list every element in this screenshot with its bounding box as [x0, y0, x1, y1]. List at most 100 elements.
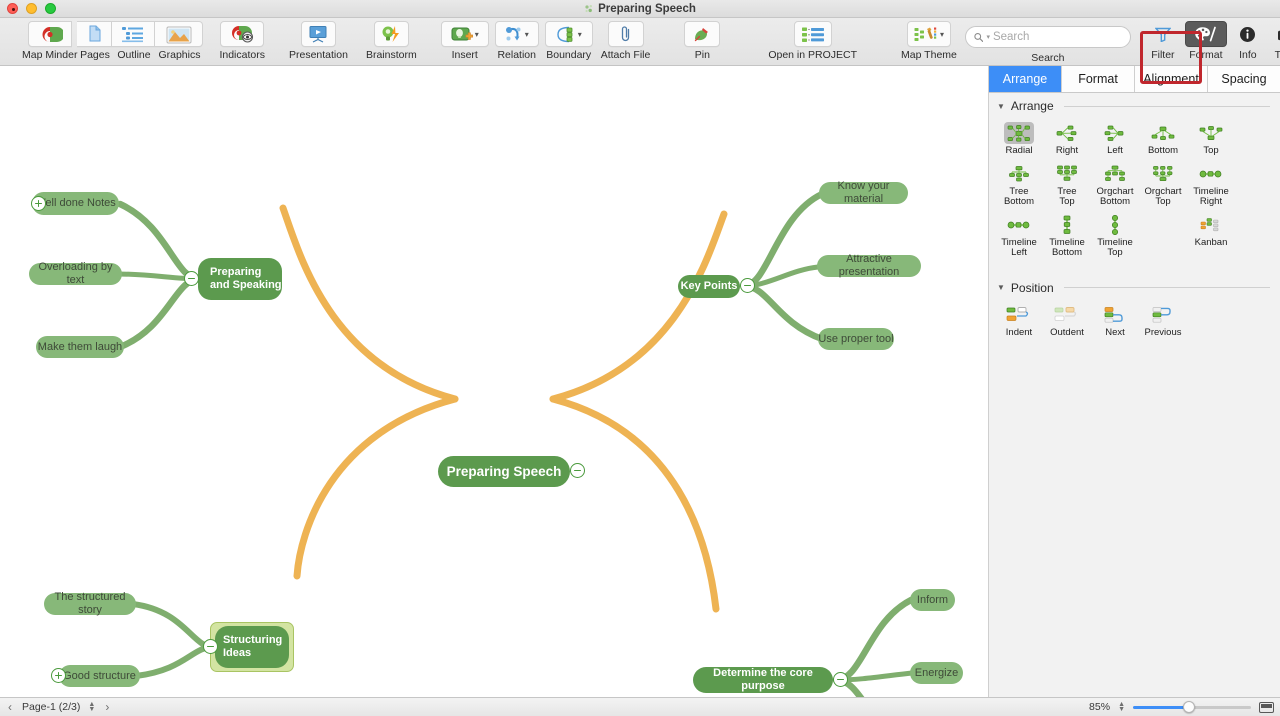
arrange-option-timeline-right[interactable]: Timeline Right — [1187, 159, 1235, 210]
toolbar-item-info[interactable]: Info — [1231, 18, 1265, 61]
search-input[interactable] — [993, 31, 1122, 43]
arrange-option-right[interactable]: Right — [1043, 118, 1091, 159]
arrange-option-kanban[interactable]: Kanban — [1187, 210, 1235, 261]
toolbar-item-pages[interactable]: Pages — [77, 18, 112, 61]
toolbar-item-graphics[interactable]: Graphics — [155, 18, 203, 61]
node-know-your-material[interactable]: Know your material — [819, 182, 908, 204]
paperclip-icon[interactable] — [608, 21, 644, 47]
arrange-option-left[interactable]: Left — [1091, 118, 1139, 159]
radial-icon[interactable] — [1004, 122, 1034, 144]
orgchart-top-icon[interactable] — [1148, 163, 1178, 185]
position-option-previous[interactable]: Previous — [1139, 300, 1187, 341]
search-dropdown-chevron-icon[interactable]: ▾ — [986, 33, 990, 41]
pages-icon[interactable] — [77, 21, 112, 47]
arrange-option-timeline-bottom[interactable]: Timeline Bottom — [1043, 210, 1091, 261]
timeline-top-icon[interactable] — [1100, 214, 1130, 236]
tab-spacing[interactable]: Spacing — [1208, 66, 1280, 92]
node-preparing-and-speaking[interactable]: Preparing and Speaking — [198, 258, 282, 300]
graphics-icon[interactable] — [155, 21, 203, 47]
mindmap-root-node[interactable]: Preparing Speech — [438, 456, 570, 487]
arrange-option-orgchart-bottom[interactable]: Orgchart Bottom — [1091, 159, 1139, 210]
page-stepper[interactable]: ▲ ▼ — [88, 702, 95, 712]
filter-icon[interactable] — [1145, 21, 1181, 47]
timeline-right-icon[interactable] — [1196, 163, 1226, 185]
tab-format[interactable]: Format — [1062, 66, 1135, 92]
node-inform[interactable]: Inform — [910, 589, 955, 611]
outdent-icon[interactable] — [1052, 304, 1082, 326]
chevron-left-icon[interactable]: ‹ — [6, 700, 14, 714]
toolbar-item-format[interactable]: Format — [1185, 18, 1227, 61]
toggle-structuring-ideas[interactable] — [203, 639, 218, 654]
right-icon[interactable] — [1052, 122, 1082, 144]
topic-icon[interactable] — [1267, 21, 1280, 47]
node-make-them-laugh[interactable]: Make them laugh — [36, 336, 124, 358]
kanban-icon[interactable] — [1196, 214, 1226, 236]
root-collapse-toggle[interactable] — [570, 463, 585, 478]
toolbar-item-pin[interactable]: Pin — [684, 18, 720, 61]
arrange-option-radial[interactable]: Radial — [995, 118, 1043, 159]
tab-arrange[interactable]: Arrange — [989, 66, 1062, 92]
chevron-down-icon[interactable]: ▾ — [475, 30, 479, 39]
node-good-structure[interactable]: Good structure — [59, 665, 140, 687]
zoom-stepper[interactable]: ▲ ▼ — [1118, 702, 1125, 712]
position-option-indent[interactable]: Indent — [995, 300, 1043, 341]
presentation-icon[interactable] — [301, 21, 336, 47]
section-header-arrange[interactable]: ▼ Arrange — [989, 93, 1280, 116]
indent-icon[interactable] — [1004, 304, 1034, 326]
toolbar-item-filter[interactable]: Filter — [1145, 18, 1181, 61]
previous-icon[interactable] — [1148, 304, 1178, 326]
arrange-option-top[interactable]: Top — [1187, 118, 1235, 159]
arrange-option-timeline-top[interactable]: Timeline Top — [1091, 210, 1139, 261]
relation-icon[interactable]: ▾ — [495, 21, 539, 47]
zoom-slider-thumb[interactable] — [1183, 701, 1195, 713]
info-icon[interactable] — [1231, 21, 1265, 47]
arrange-option-tree-top[interactable]: Tree Top — [1043, 159, 1091, 210]
toolbar-item-open-in-project[interactable]: Open in PROJECT — [768, 18, 857, 61]
toolbar-item-map-theme[interactable]: ▾ Map Theme — [901, 18, 957, 61]
arrange-option-orgchart-top[interactable]: Orgchart Top — [1139, 159, 1187, 210]
toolbar-item-outline[interactable]: Outline — [112, 18, 155, 61]
toggle-preparing-and-speaking[interactable] — [184, 271, 199, 286]
chevron-down-icon[interactable]: ▾ — [578, 30, 582, 39]
position-option-outdent[interactable]: Outdent — [1043, 300, 1091, 341]
toolbar-item-insert[interactable]: ▾ Insert — [441, 18, 489, 61]
toolbar-item-brainstorm[interactable]: Brainstorm — [366, 18, 417, 61]
top-icon[interactable] — [1196, 122, 1226, 144]
disclosure-triangle-icon[interactable]: ▼ — [997, 102, 1005, 111]
left-icon[interactable] — [1100, 122, 1130, 144]
pin-icon[interactable] — [684, 21, 720, 47]
toolbar-item-search[interactable]: ▾ Search — [965, 18, 1131, 64]
mapminder-icon[interactable] — [28, 21, 72, 47]
toggle-key-points[interactable] — [740, 278, 755, 293]
toolbar-item-topic[interactable]: Topic — [1267, 18, 1280, 61]
toolbar-item-boundary[interactable]: ▾ Boundary — [545, 18, 593, 61]
zoom-slider[interactable] — [1133, 701, 1251, 713]
next-icon[interactable] — [1100, 304, 1130, 326]
brainstorm-icon[interactable] — [374, 21, 409, 47]
chevron-down-icon[interactable]: ▾ — [525, 30, 529, 39]
bottom-icon[interactable] — [1148, 122, 1178, 144]
position-option-next[interactable]: Next — [1091, 300, 1139, 341]
toolbar-item-attach-file[interactable]: Attach File — [601, 18, 651, 61]
section-header-position[interactable]: ▼ Position — [989, 275, 1280, 298]
map-theme-icon[interactable]: ▾ — [907, 21, 951, 47]
orgchart-bottom-icon[interactable] — [1100, 163, 1130, 185]
fit-page-icon[interactable] — [1259, 702, 1274, 713]
toggle-determine-core-purpose[interactable] — [833, 672, 848, 687]
disclosure-triangle-icon[interactable]: ▼ — [997, 283, 1005, 292]
stepper-down-icon[interactable]: ▼ — [1118, 707, 1125, 712]
stepper-down-icon[interactable]: ▼ — [88, 707, 95, 712]
timeline-left-icon[interactable] — [1004, 214, 1034, 236]
format-palette-icon[interactable] — [1185, 21, 1227, 47]
arrange-option-bottom[interactable]: Bottom — [1139, 118, 1187, 159]
arrange-option-timeline-left[interactable]: Timeline Left — [995, 210, 1043, 261]
chevron-down-icon[interactable]: ▾ — [940, 30, 944, 39]
boundary-icon[interactable]: ▾ — [545, 21, 593, 47]
chevron-right-icon[interactable]: › — [103, 700, 111, 714]
open-in-project-icon[interactable] — [794, 21, 832, 47]
toolbar-item-map-minder[interactable]: Map Minder — [22, 18, 77, 61]
tree-bottom-icon[interactable] — [1004, 163, 1034, 185]
node-the-structured-story[interactable]: The structured story — [44, 593, 136, 615]
node-use-proper-tool[interactable]: Use proper tool — [818, 328, 894, 350]
indicators-icon[interactable] — [220, 21, 264, 47]
